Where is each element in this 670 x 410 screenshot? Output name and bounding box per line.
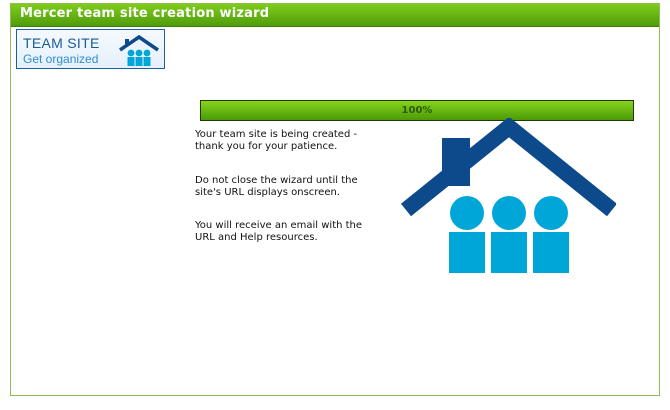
team-site-logo: TEAM SITE Get organized	[16, 29, 165, 69]
status-message-email: You will receive an email with the URL a…	[195, 220, 363, 243]
house-family-icon	[119, 34, 159, 66]
status-message-do-not-close: Do not close the wizard until the site's…	[195, 175, 358, 198]
title-bar: Mercer team site creation wizard	[11, 4, 659, 27]
logo-title: TEAM SITE	[23, 35, 100, 51]
house-family-icon	[401, 118, 616, 273]
status-message-creating: Your team site is being created - thank …	[195, 129, 358, 152]
window-title: Mercer team site creation wizard	[20, 6, 270, 21]
wizard-window: Mercer team site creation wizard TEAM SI…	[10, 3, 660, 396]
logo-subtitle: Get organized	[23, 52, 99, 66]
